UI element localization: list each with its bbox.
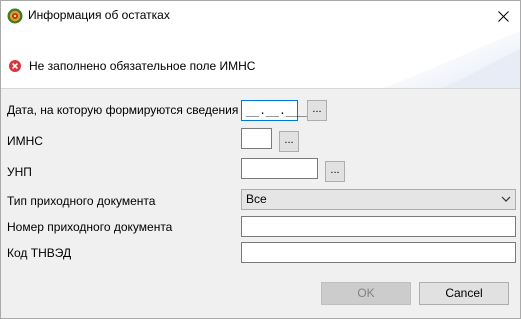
doc-number-field[interactable]: [241, 216, 516, 237]
tnved-field[interactable]: [241, 242, 516, 263]
close-button[interactable]: [486, 1, 520, 31]
imns-lookup-button[interactable]: ...: [279, 131, 299, 152]
unp-lookup-button[interactable]: ...: [325, 161, 345, 182]
imns-field[interactable]: [241, 128, 272, 149]
doc-type-select[interactable]: Все: [241, 189, 516, 210]
title-bar[interactable]: Информация об остатках: [1, 1, 520, 31]
message-banner: Не заполнено обязательное поле ИМНС: [1, 31, 520, 89]
error-message: Не заполнено обязательное поле ИМНС: [29, 59, 256, 73]
unp-field[interactable]: [241, 158, 318, 179]
imns-label: ИМНС: [7, 134, 43, 148]
unp-label: УНП: [7, 165, 32, 179]
doc-type-label: Тип приходного документа: [7, 194, 156, 208]
doc-type-selected: Все: [246, 192, 267, 206]
chevron-down-icon: [501, 196, 511, 202]
app-emblem-icon: [7, 8, 23, 24]
date-label: Дата, на которую формируются сведения: [7, 103, 239, 117]
date-picker-button[interactable]: ...: [307, 100, 327, 121]
date-field[interactable]: __.__.____: [241, 100, 312, 121]
banner-decoration: [382, 31, 520, 88]
window-title: Информация об остатках: [28, 8, 170, 22]
date-mask: __.__.____: [246, 104, 313, 117]
dialog-window: Информация об остатках Не заполнено обяз…: [0, 0, 521, 319]
error-icon: [9, 60, 21, 72]
ok-button[interactable]: OK: [321, 282, 411, 305]
close-icon: [497, 10, 509, 22]
tnved-label: Код ТНВЭД: [7, 246, 72, 260]
cancel-button[interactable]: Cancel: [419, 282, 509, 305]
doc-number-label: Номер приходного документа: [7, 220, 173, 234]
